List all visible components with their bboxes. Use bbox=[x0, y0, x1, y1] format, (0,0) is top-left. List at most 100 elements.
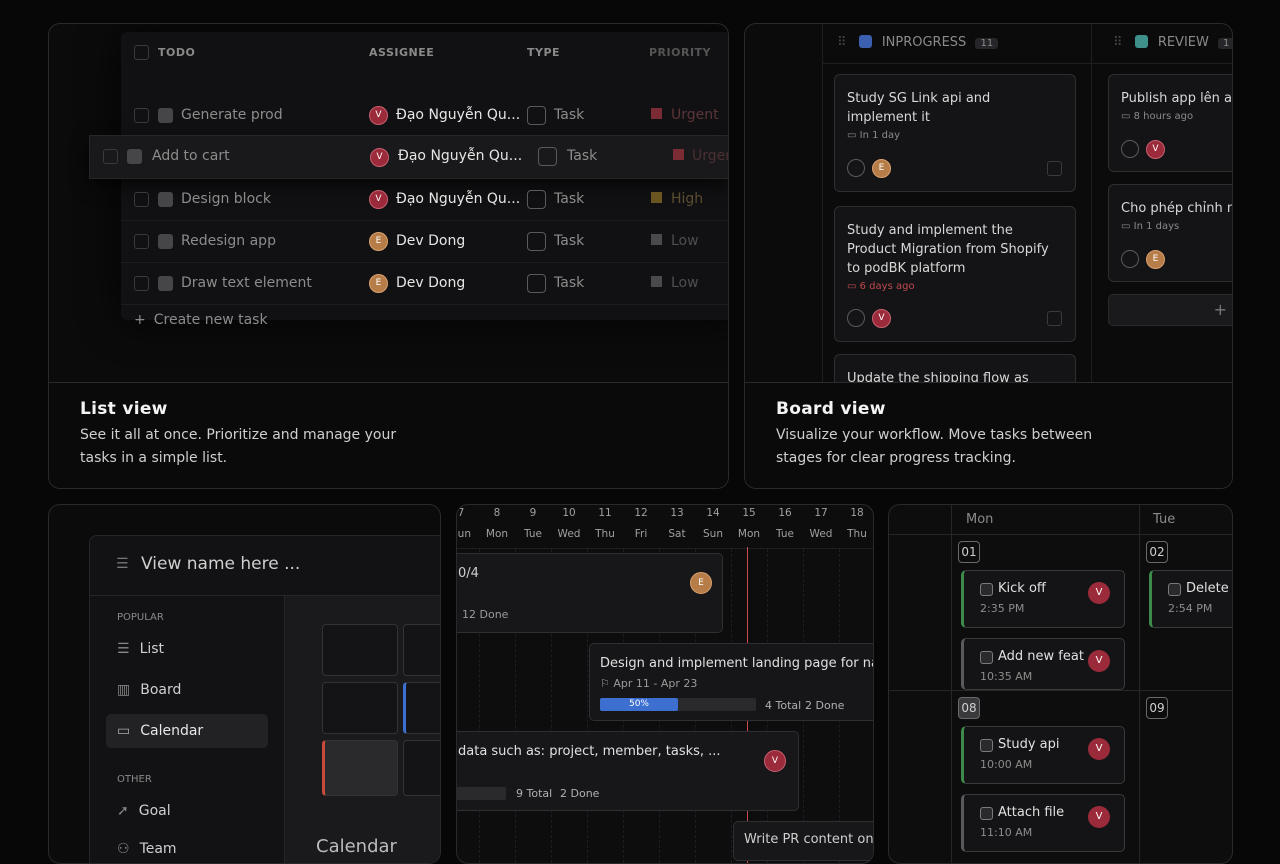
task-type-icon bbox=[527, 232, 546, 251]
task-dates: ⚐ Apr 11 - Apr 23 bbox=[600, 677, 698, 690]
sidebar-item-team[interactable]: ⚇ Team bbox=[106, 834, 268, 863]
row-checkbox[interactable] bbox=[134, 192, 149, 207]
timeline-day: 9 Tue bbox=[524, 507, 542, 540]
timeline-day: 16 Tue bbox=[776, 507, 794, 540]
calendar-event[interactable]: Delete f 2:54 PM bbox=[1149, 570, 1233, 628]
low-flag-icon bbox=[651, 276, 662, 287]
section-label-other: OTHER bbox=[117, 774, 152, 785]
board-card[interactable]: Cho phép chỉnh n ▭ In 1 days E bbox=[1108, 184, 1233, 282]
assignee-name: Đạo Nguyễn Qu... bbox=[396, 191, 521, 207]
menu-icon[interactable]: ☰ bbox=[116, 556, 129, 572]
create-task-label: Create new task bbox=[153, 312, 268, 328]
assignee-name: Dev Dong bbox=[396, 233, 466, 249]
table-row-dragging[interactable]: Add to cart V Đạo Nguyễn Qu... Task Urge… bbox=[89, 135, 728, 179]
day-header-tue: Tue bbox=[1153, 512, 1176, 527]
task-title: Design and implement landing page for na… bbox=[600, 656, 874, 671]
task-name: Design block bbox=[181, 191, 271, 207]
board-card[interactable]: Study SG Link api and implement it ▭ In … bbox=[834, 74, 1076, 192]
gantt-card: 7Sun 8Mon 9Tue 10Wed 11Thu 12Fri 13Sat 14Sun 15M… bbox=[456, 504, 874, 864]
timeline-day: 14 Sun bbox=[703, 507, 723, 540]
view-name-bar[interactable]: ☰ View name here ... bbox=[90, 536, 440, 596]
done-count: 2 Done bbox=[805, 699, 845, 712]
board-card[interactable]: Study and implement the Product Migratio… bbox=[834, 206, 1076, 342]
select-all-checkbox[interactable] bbox=[134, 45, 149, 60]
column-name: REVIEW bbox=[1157, 35, 1209, 50]
table-row[interactable]: Draw text element E Dev Dong Task Low bbox=[121, 263, 728, 305]
drag-handle-icon[interactable]: ⠿ bbox=[1113, 35, 1123, 50]
preview-pane: Calendar bbox=[284, 596, 440, 863]
sidebar-item-calendar[interactable]: ▭ Calendar bbox=[106, 714, 268, 748]
table-row[interactable]: Redesign app E Dev Dong Task Low bbox=[121, 221, 728, 263]
add-card-button[interactable]: + bbox=[1108, 294, 1232, 326]
card-title: Cho phép chỉnh n bbox=[1121, 201, 1233, 216]
task-icon bbox=[1168, 583, 1181, 596]
sidebar-item-goal[interactable]: ➚ Goal bbox=[106, 796, 268, 826]
calendar-event[interactable]: Kick off 2:35 PM V bbox=[961, 570, 1125, 628]
column-name: INPROGRESS bbox=[881, 35, 967, 50]
timeline-day: 17 Wed bbox=[809, 507, 833, 540]
date-number[interactable]: 01 bbox=[958, 541, 980, 563]
rocket-icon: ➚ bbox=[117, 803, 129, 819]
timeline-header: 7Sun 8Mon 9Tue 10Wed 11Thu 12Fri 13Sat 14Sun 15M… bbox=[457, 505, 873, 549]
column-header-inprogress[interactable]: ⠿ INPROGRESS 11 bbox=[837, 35, 999, 50]
card-due: ▭ In 1 days bbox=[1121, 221, 1180, 232]
avatar: E bbox=[369, 274, 388, 293]
urgent-flag-icon bbox=[673, 149, 684, 160]
task-name: Draw text element bbox=[181, 275, 312, 291]
plus-icon: + bbox=[1213, 300, 1227, 319]
card-checkbox[interactable] bbox=[1047, 311, 1062, 326]
calendar-icon: ▭ bbox=[847, 130, 860, 141]
gantt-task-bar[interactable]: data such as: project, member, tasks, ..… bbox=[457, 731, 799, 811]
table-header: TODO ASSIGNEE TYPE PRIORITY bbox=[121, 32, 728, 74]
row-checkbox[interactable] bbox=[134, 234, 149, 249]
timeline-day: 11 Thu bbox=[595, 507, 615, 540]
board-card[interactable]: Publish app lên ap ▭ 8 hours ago V bbox=[1108, 74, 1232, 172]
board-view-caption: Board view Visualize your workflow. Move… bbox=[745, 382, 1232, 488]
event-time: 2:54 PM bbox=[1168, 602, 1213, 615]
task-name: Add to cart bbox=[152, 148, 230, 164]
priority-label: Urgent bbox=[671, 107, 719, 123]
column-count-badge: 1 bbox=[1218, 38, 1232, 49]
event-time: 10:35 AM bbox=[980, 670, 1033, 683]
drag-handle-icon[interactable]: ⠿ bbox=[837, 35, 847, 50]
date-number[interactable]: 08 bbox=[958, 697, 980, 719]
avatar: V bbox=[1088, 806, 1110, 828]
calendar-event[interactable]: Study api 10:00 AM V bbox=[961, 726, 1125, 784]
column-header-review[interactable]: ⠿ REVIEW 1 bbox=[1113, 35, 1232, 50]
calendar-event[interactable]: Add new feat 10:35 AM V bbox=[961, 638, 1125, 690]
progress-bar: 50% bbox=[600, 698, 756, 711]
timeline-day: 15 Mon bbox=[737, 507, 761, 540]
table-row[interactable]: Generate prod V Đạo Nguyễn Qu... Task Ur… bbox=[121, 95, 728, 137]
gantt-task-bar[interactable]: Write PR content on bbox=[733, 821, 873, 861]
calendar-event[interactable]: Attach file 11:10 AM V bbox=[961, 794, 1125, 852]
gantt-task-bar[interactable]: 0/4 12 Done E bbox=[457, 553, 723, 633]
total-count: 4 Total bbox=[765, 699, 802, 712]
caption-description: Visualize your workflow. Move tasks betw… bbox=[776, 427, 1093, 466]
gantt-task-bar[interactable]: Design and implement landing page for na… bbox=[589, 643, 874, 721]
row-checkbox[interactable] bbox=[103, 149, 118, 164]
row-checkbox[interactable] bbox=[134, 108, 149, 123]
create-task-button[interactable]: + Create new task bbox=[134, 312, 268, 328]
timeline-day: 18 Thu bbox=[847, 507, 867, 540]
view-name-input[interactable]: View name here ... bbox=[141, 554, 300, 574]
avatar: V bbox=[370, 148, 389, 167]
table-row[interactable]: Design block V Đạo Nguyễn Qu... Task Hig… bbox=[121, 179, 728, 221]
status-icon bbox=[158, 108, 173, 123]
board-view-card: ⠿ INPROGRESS 11 ⠿ REVIEW 1 Study SG Link… bbox=[744, 23, 1233, 489]
date-number[interactable]: 02 bbox=[1146, 541, 1168, 563]
task-type-icon bbox=[527, 190, 546, 209]
priority-label: Low bbox=[671, 233, 699, 249]
avatar: V bbox=[1088, 582, 1110, 604]
avatar: V bbox=[764, 750, 786, 772]
header-assignee: ASSIGNEE bbox=[369, 46, 435, 59]
sidebar-item-list[interactable]: ☰ List bbox=[106, 634, 268, 664]
event-name: Delete f bbox=[1186, 581, 1233, 596]
date-number[interactable]: 09 bbox=[1146, 697, 1168, 719]
card-checkbox[interactable] bbox=[1047, 161, 1062, 176]
row-checkbox[interactable] bbox=[134, 276, 149, 291]
sidebar-item-board[interactable]: ▥ Board bbox=[106, 675, 268, 705]
avatar: V bbox=[1088, 650, 1110, 672]
timeline-day: 13 Sat bbox=[668, 507, 686, 540]
task-type-icon bbox=[527, 106, 546, 125]
card-due: ▭ 8 hours ago bbox=[1121, 111, 1194, 122]
